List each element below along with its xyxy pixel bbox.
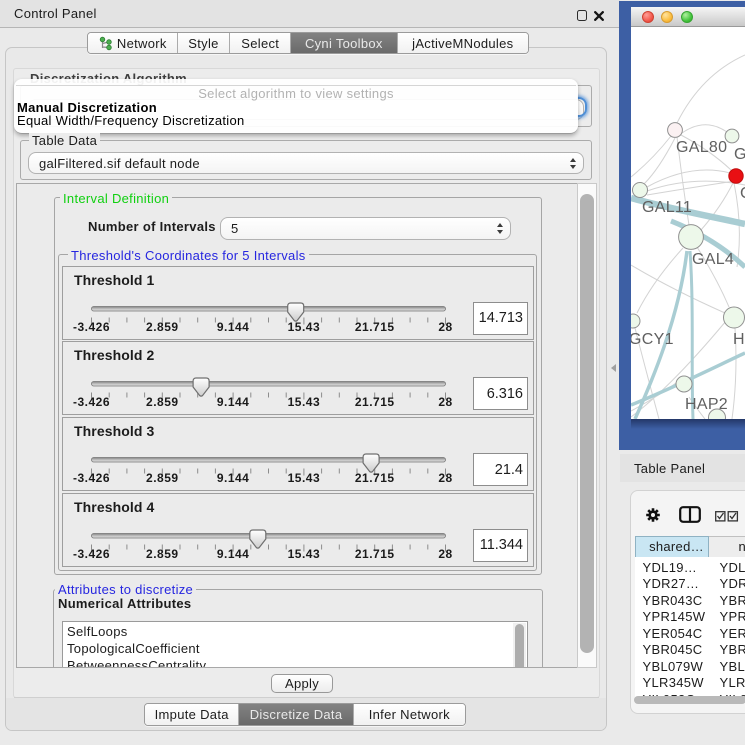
svg-text:15.43: 15.43: [288, 395, 321, 409]
svg-text:GAL4: GAL4: [692, 251, 734, 268]
svg-text:28: 28: [438, 395, 452, 409]
svg-text:9.144: 9.144: [217, 320, 250, 334]
svg-text:28: 28: [438, 320, 452, 334]
svg-text:H: H: [733, 331, 745, 348]
svg-text:HAP2: HAP2: [685, 396, 728, 413]
svg-text:21.715: 21.715: [355, 471, 395, 485]
svg-text:-3.426: -3.426: [73, 395, 110, 409]
svg-text:9.144: 9.144: [217, 395, 250, 409]
svg-text:-3.426: -3.426: [73, 320, 110, 334]
svg-text:GAL11: GAL11: [642, 199, 692, 216]
svg-text:2.859: 2.859: [146, 395, 179, 409]
svg-text:2.859: 2.859: [146, 320, 179, 334]
svg-text:9.144: 9.144: [217, 547, 250, 561]
svg-text:GCY1: GCY1: [631, 331, 674, 348]
svg-text:28: 28: [438, 471, 452, 485]
svg-text:28: 28: [438, 547, 452, 561]
svg-text:9.144: 9.144: [217, 471, 250, 485]
svg-text:2.859: 2.859: [146, 471, 179, 485]
svg-text:15.43: 15.43: [288, 320, 321, 334]
svg-text:15.43: 15.43: [288, 547, 321, 561]
svg-text:-3.426: -3.426: [73, 547, 110, 561]
svg-text:C: C: [740, 185, 745, 202]
svg-text:21.715: 21.715: [355, 320, 395, 334]
svg-text:-3.426: -3.426: [73, 471, 110, 485]
svg-text:21.715: 21.715: [355, 547, 395, 561]
svg-text:21.715: 21.715: [355, 395, 395, 409]
svg-text:2.859: 2.859: [146, 547, 179, 561]
svg-text:GAL80: GAL80: [676, 139, 727, 156]
svg-text:GA: GA: [734, 146, 745, 163]
svg-text:15.43: 15.43: [288, 471, 321, 485]
